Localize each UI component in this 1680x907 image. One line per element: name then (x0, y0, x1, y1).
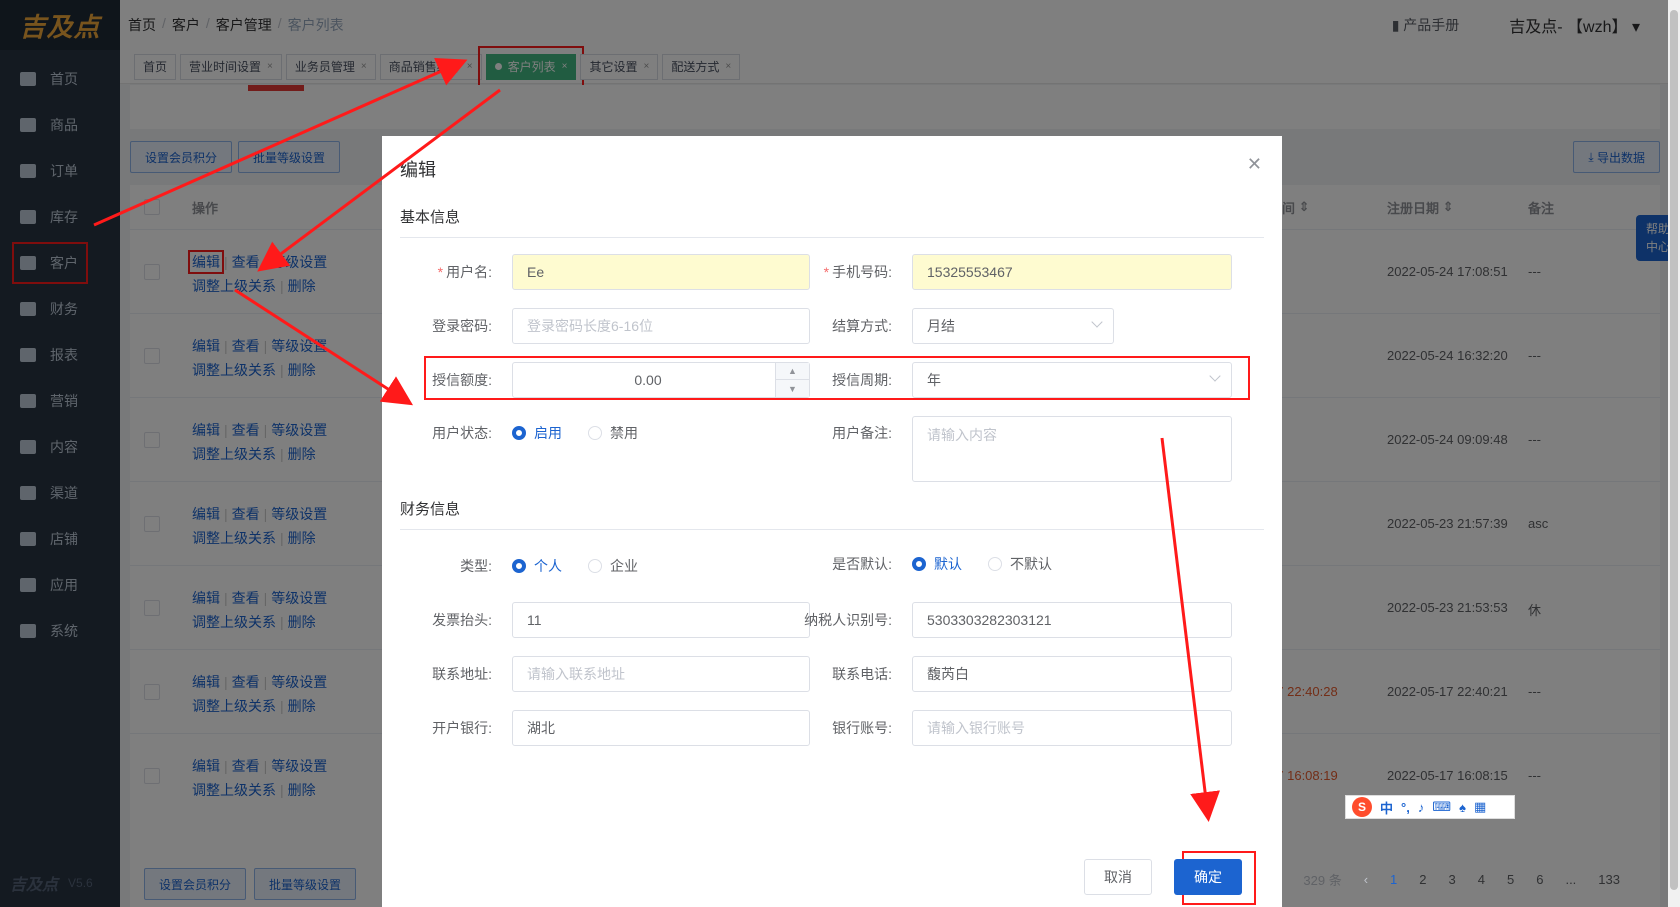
page-1[interactable]: 1 (1390, 872, 1397, 887)
arrow-line (234, 288, 414, 406)
page-133[interactable]: 133 (1598, 872, 1620, 887)
page-5[interactable]: 5 (1507, 872, 1514, 887)
arrow-line (93, 58, 468, 227)
page-2[interactable]: 2 (1419, 872, 1426, 887)
total-count: 329 条 (1303, 873, 1342, 888)
prev-page-icon[interactable]: ‹ (1364, 872, 1368, 887)
annotation-arrows (93, 58, 1220, 822)
pagination: 329 条 ‹ 1 2 3 4 5 6 ... 133 (1303, 870, 1620, 889)
page-3[interactable]: 3 (1449, 872, 1456, 887)
arrow-line (257, 88, 501, 272)
page-4[interactable]: 4 (1478, 872, 1485, 887)
page-6[interactable]: 6 (1536, 872, 1543, 887)
arrow-line (1160, 437, 1220, 822)
page-ellipsis[interactable]: ... (1565, 872, 1576, 887)
